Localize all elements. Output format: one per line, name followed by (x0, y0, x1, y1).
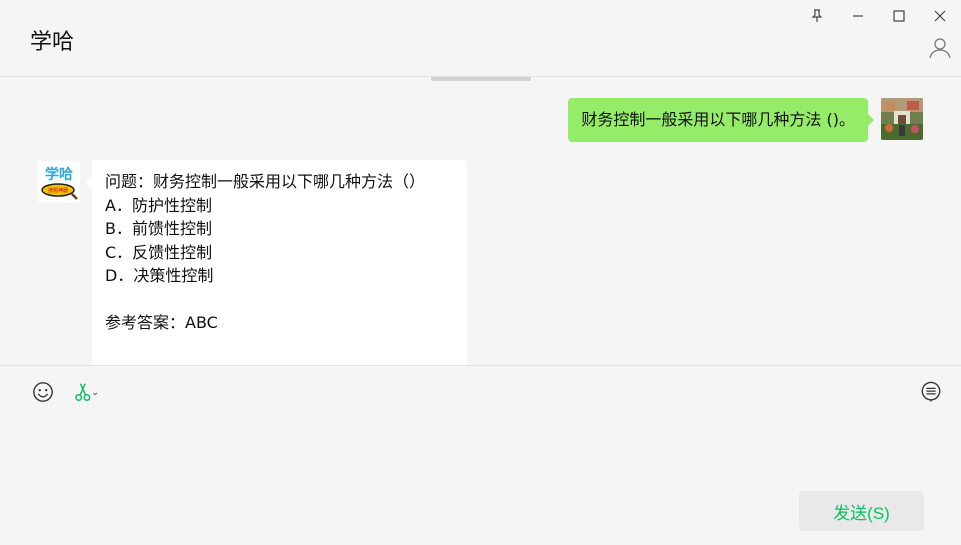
composer: 发送(S) (0, 365, 961, 545)
message-list[interactable]: 财务控制一般采用以下哪几种方法 ()。 学哈 搜题神器 问题：财务控制一般采用以… (0, 77, 961, 365)
chat-title: 学哈 (30, 30, 75, 55)
pin-icon[interactable] (806, 5, 828, 27)
profile-icon[interactable] (928, 36, 952, 60)
incoming-bubble[interactable]: 问题：财务控制一般采用以下哪几种方法（） A．防护性控制 B．前馈性控制 C．反… (86, 160, 467, 365)
close-icon[interactable] (929, 5, 951, 27)
minimize-icon[interactable] (847, 5, 869, 27)
chat-history-icon[interactable] (919, 380, 943, 404)
scissors-icon[interactable] (72, 380, 100, 404)
chat-window: 学哈 财务控制一般采用以下哪几种方法 ()。 学哈 搜题神器 问题：财务控制一般… (0, 0, 961, 545)
option-c: C．反馈性控制 (105, 242, 213, 262)
scroll-handle[interactable] (431, 77, 531, 81)
svg-text:搜题神器: 搜题神器 (48, 187, 68, 194)
option-a: A．防护性控制 (105, 195, 212, 215)
emoji-icon[interactable] (31, 380, 55, 404)
title-bar: 学哈 (0, 0, 961, 77)
option-d: D．决策性控制 (105, 266, 214, 285)
message-input[interactable] (20, 410, 940, 490)
user-avatar[interactable] (881, 98, 923, 140)
svg-text:学哈: 学哈 (45, 166, 73, 183)
option-b: B．前馈性控制 (105, 219, 212, 238)
outgoing-message[interactable]: 财务控制一般采用以下哪几种方法 ()。 (568, 98, 874, 142)
send-button[interactable]: 发送(S) (799, 491, 924, 531)
maximize-icon[interactable] (888, 5, 910, 27)
question-text: 问题：财务控制一般采用以下哪几种方法（） (105, 172, 426, 191)
outgoing-bubble[interactable]: 财务控制一般采用以下哪几种方法 ()。 (568, 98, 874, 142)
bot-avatar[interactable]: 学哈 搜题神器 (38, 161, 80, 203)
answer-text: 参考答案：ABC (105, 313, 218, 332)
